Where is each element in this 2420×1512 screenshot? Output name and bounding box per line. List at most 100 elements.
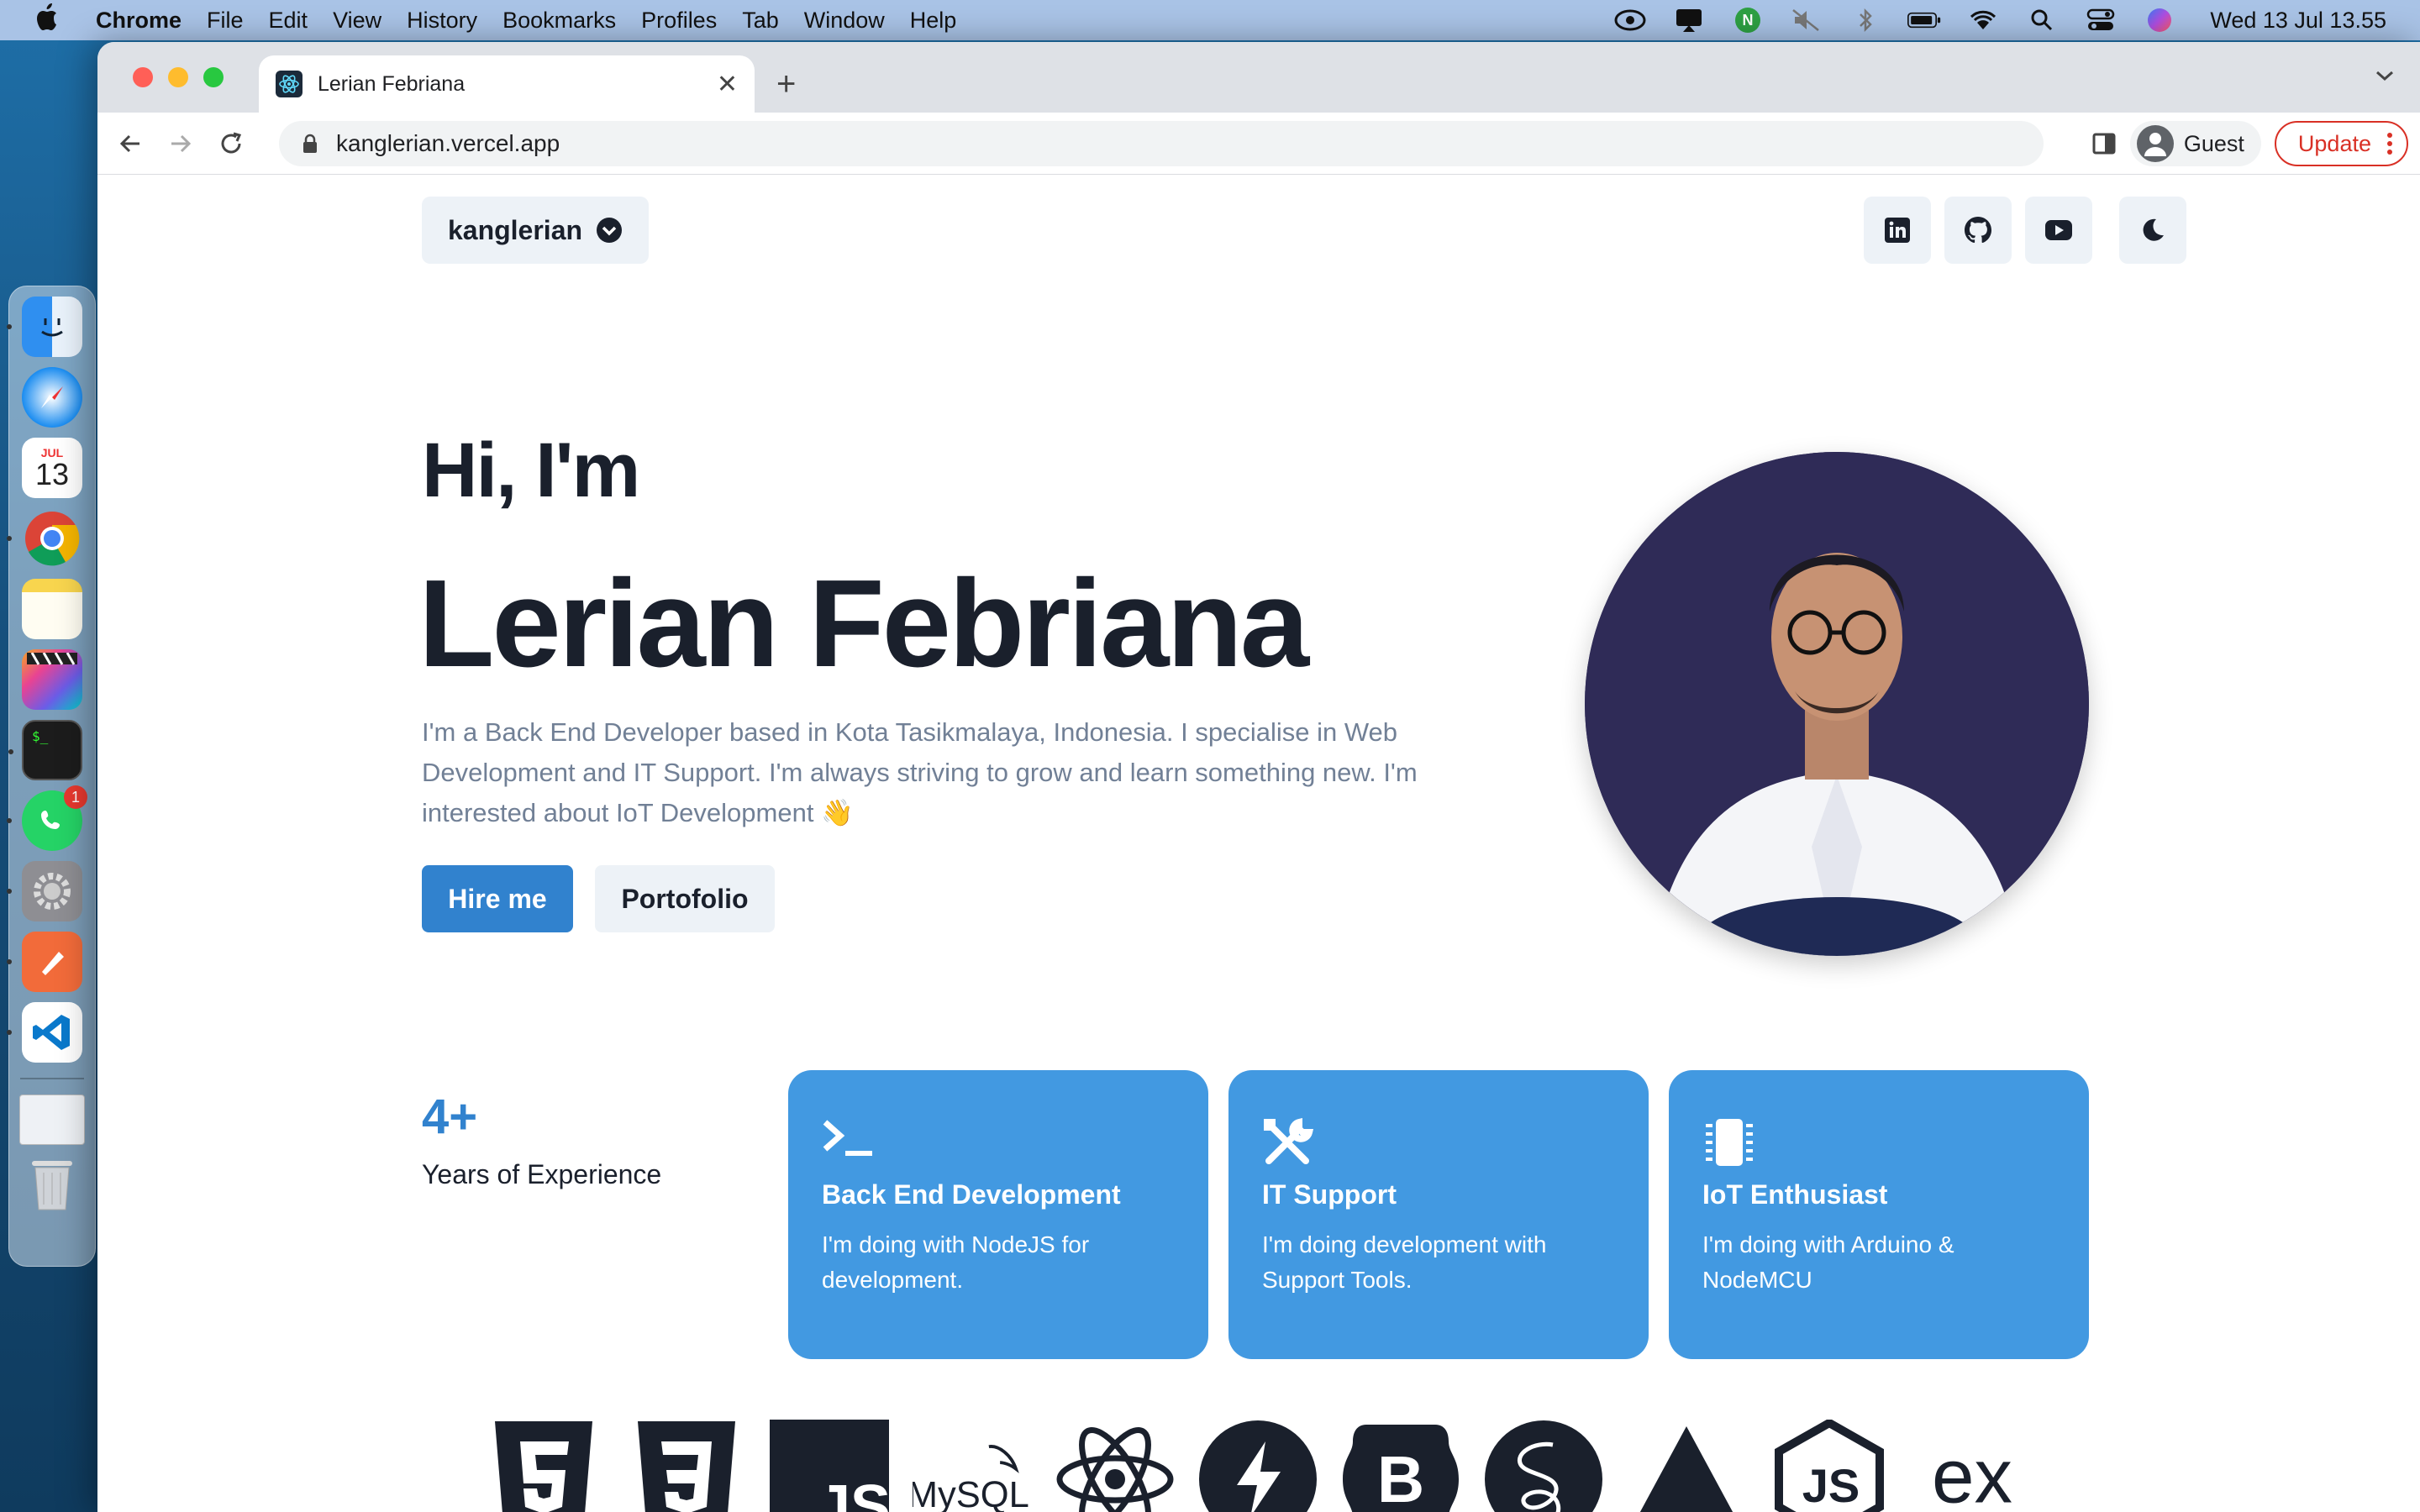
- n-app-icon[interactable]: N: [1731, 8, 1765, 33]
- bluetooth-icon[interactable]: [1849, 8, 1882, 33]
- service-card-it-support: IT Support I'm doing development with Su…: [1228, 1070, 1649, 1359]
- phone-icon: [41, 811, 60, 829]
- nodejs-logo-text: JS: [1802, 1459, 1860, 1512]
- brand-menu-button[interactable]: kanglerian: [422, 197, 649, 264]
- lock-icon[interactable]: [302, 134, 318, 154]
- dock-trash[interactable]: [22, 1155, 82, 1215]
- dock-preview-window[interactable]: [19, 1095, 85, 1145]
- siri-icon[interactable]: [2143, 8, 2176, 33]
- apple-menu-icon[interactable]: [34, 3, 81, 38]
- menu-bookmarks[interactable]: Bookmarks: [502, 8, 616, 34]
- browser-toolbar: kanglerian.vercel.app Guest Update: [97, 113, 2420, 175]
- express-logo-text: ex: [1932, 1434, 2012, 1512]
- react-favicon-icon: [276, 71, 302, 97]
- profile-label: Guest: [2183, 130, 2244, 156]
- compass-icon: [41, 386, 63, 408]
- tab-title: Lerian Febriana: [318, 71, 466, 96]
- close-tab-icon[interactable]: ✕: [717, 70, 738, 99]
- card-text: I'm doing with NodeJS for development.: [822, 1231, 1090, 1293]
- wifi-icon[interactable]: [1966, 8, 2000, 33]
- running-indicator: [7, 324, 12, 329]
- forward-arrow-icon[interactable]: [160, 123, 202, 165]
- airplay-display-icon[interactable]: [1672, 8, 1706, 33]
- vercel-logo: [1627, 1420, 1746, 1512]
- menu-tab[interactable]: Tab: [742, 8, 779, 34]
- moon-icon: [2143, 218, 2164, 241]
- dock-chrome[interactable]: [7, 508, 82, 569]
- react-logo: [1055, 1420, 1175, 1512]
- experience-value: 4+: [422, 1089, 478, 1144]
- dock-system-preferences[interactable]: [7, 861, 82, 921]
- github-button[interactable]: [1944, 197, 2012, 264]
- greeting-heading: Hi, I'm: [422, 428, 640, 513]
- chip-icon: [1702, 1117, 1761, 1168]
- card-text: I'm doing development with Support Tools…: [1262, 1231, 1547, 1293]
- menubar-clock[interactable]: Wed 13 Jul 13.55: [2210, 8, 2386, 34]
- dock-pen-tool[interactable]: [7, 932, 82, 992]
- dock-safari[interactable]: [22, 367, 82, 428]
- minimize-window-button[interactable]: [168, 67, 188, 87]
- brand-label: kanglerian: [447, 214, 583, 245]
- dock-notes[interactable]: [22, 579, 82, 639]
- battery-icon[interactable]: [1907, 8, 1941, 33]
- back-arrow-icon[interactable]: [109, 123, 151, 165]
- trash-icon: [32, 1161, 72, 1210]
- dock-finder[interactable]: [7, 297, 82, 357]
- tab-search-chevron-icon[interactable]: [2375, 69, 2395, 87]
- side-panel-icon[interactable]: [2091, 131, 2117, 156]
- menu-edit[interactable]: Edit: [269, 8, 308, 34]
- profile-photo: [1585, 452, 2089, 956]
- portfolio-button[interactable]: Portofolio: [595, 865, 775, 932]
- dock-whatsapp[interactable]: 1: [7, 785, 87, 851]
- menu-file[interactable]: File: [207, 8, 244, 34]
- reload-icon[interactable]: [210, 123, 252, 165]
- profile-avatar-icon: [2136, 125, 2174, 162]
- control-center-icon[interactable]: [2084, 8, 2118, 33]
- menu-help[interactable]: Help: [910, 8, 957, 34]
- new-tab-button[interactable]: +: [776, 67, 796, 101]
- experience-label: Years of Experience: [422, 1159, 662, 1189]
- theme-toggle-button[interactable]: [2119, 197, 2186, 264]
- zoom-window-button[interactable]: [203, 67, 224, 87]
- window-controls: [133, 67, 224, 87]
- kebab-menu-icon[interactable]: [2386, 132, 2393, 155]
- spotlight-search-icon[interactable]: [2025, 8, 2059, 33]
- dock: JUL 13 $_ 1: [7, 286, 96, 1267]
- bootstrap-logo-text: B: [1377, 1442, 1424, 1512]
- dock-vscode[interactable]: [7, 1002, 82, 1063]
- chevron-down-circle-icon: [596, 217, 623, 244]
- menu-history[interactable]: History: [407, 8, 477, 34]
- html5-logo: [484, 1420, 603, 1512]
- svg-text:N: N: [1743, 12, 1754, 29]
- toolbar-right-controls: Guest Update: [2091, 121, 2408, 166]
- mute-icon[interactable]: [1790, 8, 1823, 33]
- hire-me-button[interactable]: Hire me: [422, 865, 573, 932]
- profile-button[interactable]: Guest: [2129, 121, 2261, 166]
- youtube-button[interactable]: [2025, 197, 2092, 264]
- dock-terminal[interactable]: $_: [8, 720, 82, 780]
- running-indicator: [7, 1030, 12, 1035]
- address-bar[interactable]: kanglerian.vercel.app: [279, 121, 2044, 166]
- menu-window[interactable]: Window: [804, 8, 885, 34]
- mysql-logo-text: MySQL: [913, 1475, 1029, 1512]
- github-icon: [1965, 217, 1991, 244]
- active-tab[interactable]: Lerian Febriana ✕: [259, 55, 755, 113]
- menu-profiles[interactable]: Profiles: [641, 8, 717, 34]
- browser-window: Lerian Febriana ✕ + kanglerian.vercel.ap…: [97, 42, 2420, 1512]
- bootstrap-logo: B: [1341, 1420, 1460, 1512]
- nodejs-logo: JS: [1770, 1420, 1889, 1512]
- update-chrome-button[interactable]: Update: [2274, 121, 2408, 166]
- running-indicator: [8, 749, 13, 754]
- dock-final-cut-pro[interactable]: [22, 649, 82, 710]
- clapper-icon: [27, 653, 77, 665]
- menu-view[interactable]: View: [333, 8, 381, 34]
- creative-cloud-icon[interactable]: [1613, 8, 1647, 33]
- menu-app-name[interactable]: Chrome: [96, 8, 182, 34]
- gear-icon: [34, 873, 71, 910]
- dock-separator: [20, 1078, 84, 1079]
- linkedin-icon: [1885, 218, 1910, 243]
- update-label: Update: [2297, 130, 2371, 156]
- close-window-button[interactable]: [133, 67, 153, 87]
- dock-calendar[interactable]: JUL 13: [22, 438, 82, 498]
- linkedin-button[interactable]: [1864, 197, 1931, 264]
